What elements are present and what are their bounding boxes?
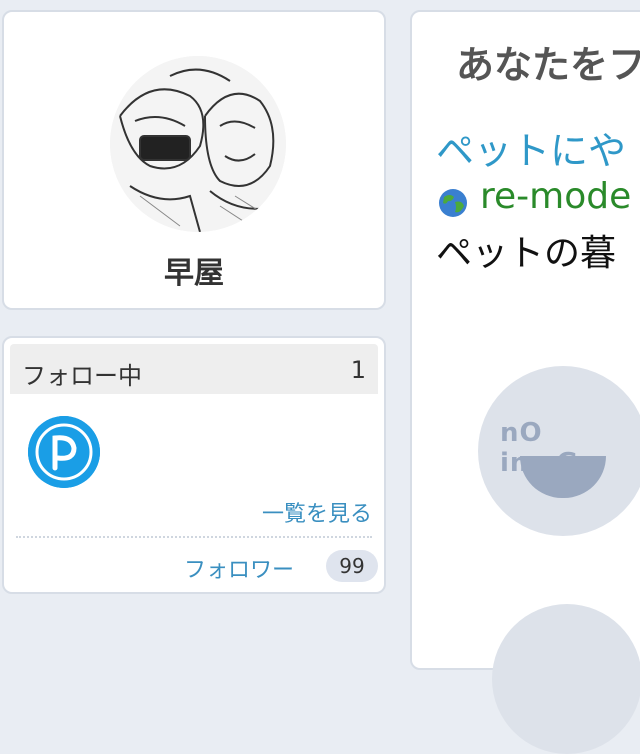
p-logo-icon <box>28 416 100 488</box>
main-content-card: あなたをフ ペットにや re-mode ペットの暮 nO imaGe <box>410 10 640 754</box>
article-source-link[interactable]: re-mode <box>480 176 631 217</box>
profile-card: 早屋 <box>2 10 386 310</box>
article-description: ペットの暮 <box>436 233 617 274</box>
globe-icon <box>439 189 467 217</box>
article-title-link[interactable]: ペットにや <box>436 120 626 175</box>
followers-count-badge[interactable]: 99 <box>326 550 378 582</box>
article-thumbnail[interactable]: nO imaGe <box>478 366 640 536</box>
profile-name: 早屋 <box>164 256 224 291</box>
divider <box>16 536 372 538</box>
next-article-thumbnail[interactable] <box>492 604 640 754</box>
no-image-smile-icon <box>520 456 606 498</box>
followers-link[interactable]: フォロワー <box>184 552 294 584</box>
following-count: 1 <box>350 356 366 384</box>
following-header: フォロー中 1 <box>10 344 378 394</box>
followed-user-avatar[interactable] <box>28 416 100 488</box>
following-card: フォロー中 1 一覧を見る フォロワー 99 <box>2 336 386 594</box>
sketch-avatar-image <box>110 56 286 232</box>
see-all-link[interactable]: 一覧を見る <box>262 496 372 528</box>
section-heading: あなたをフ <box>456 43 640 87</box>
profile-avatar[interactable] <box>110 56 286 232</box>
following-title: フォロー中 <box>22 362 142 390</box>
